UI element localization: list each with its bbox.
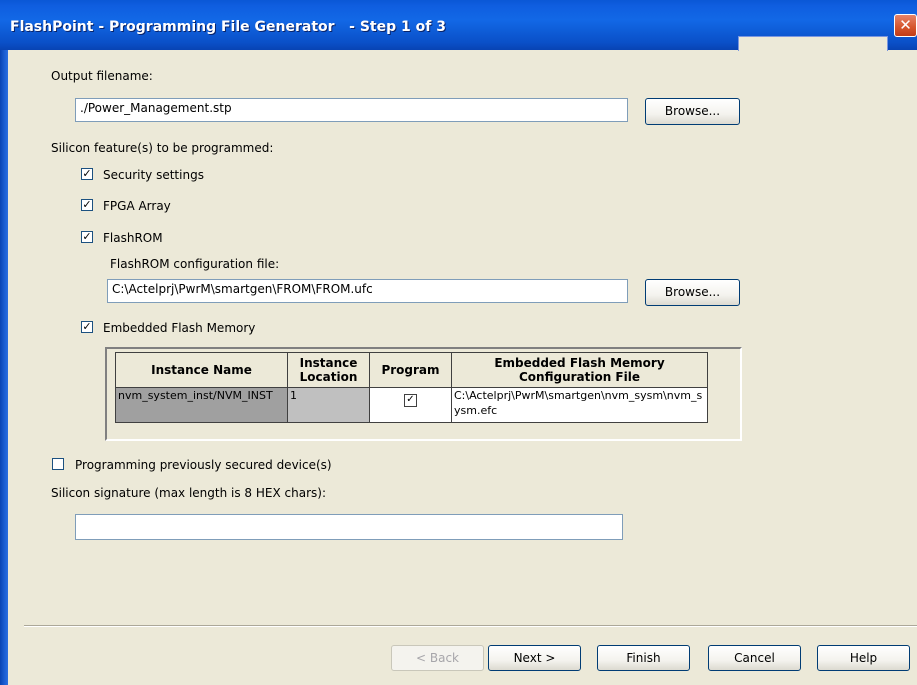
help-button[interactable]: Help (817, 645, 910, 671)
close-icon[interactable]: ✕ (894, 14, 917, 37)
efm-table: Instance Name Instance Location Program … (115, 352, 708, 423)
flashrom-label: FlashROM (103, 231, 163, 245)
footer-separator (24, 625, 917, 627)
column-header-program[interactable]: Program (369, 352, 452, 388)
previously-secured-label: Programming previously secured device(s) (75, 458, 332, 472)
checkmark-icon: ✓ (82, 198, 92, 211)
output-filename-input[interactable]: ./Power_Management.stp (75, 98, 628, 122)
flashrom-config-label: FlashROM configuration file: (110, 257, 280, 271)
checkmark-icon: ✓ (82, 320, 92, 333)
previously-secured-checkbox[interactable] (52, 458, 64, 470)
window-left-border (0, 50, 8, 685)
column-header-instance-location[interactable]: Instance Location (287, 352, 370, 388)
column-header-config-file[interactable]: Embedded Flash Memory Configuration File (451, 352, 708, 388)
efm-grid: Instance Name Instance Location Program … (105, 347, 742, 441)
output-browse-button[interactable]: Browse... (645, 98, 740, 125)
cell-program[interactable]: ✓ (369, 387, 452, 423)
silicon-signature-input[interactable] (75, 514, 623, 540)
finish-button[interactable]: Finish (597, 645, 690, 671)
silicon-signature-label: Silicon signature (max length is 8 HEX c… (51, 486, 326, 500)
embedded-flash-memory-label: Embedded Flash Memory (103, 321, 256, 335)
output-filename-label: Output filename: (51, 69, 153, 83)
flashrom-config-input[interactable]: C:\Actelprj\PwrM\smartgen\FROM\FROM.ufc (107, 279, 628, 303)
table-row[interactable]: nvm_system_inst/NVM_INST 1 ✓ C:\Actelprj… (115, 387, 708, 423)
fpga-array-label: FPGA Array (103, 199, 171, 213)
next-button[interactable]: Next > (488, 645, 581, 671)
cell-instance-location: 1 (287, 387, 370, 423)
silicon-features-label: Silicon feature(s) to be programmed: (51, 141, 274, 155)
column-header-instance-name[interactable]: Instance Name (115, 352, 288, 388)
cell-config-file[interactable]: C:\Actelprj\PwrM\smartgen\nvm_sysm\nvm_s… (451, 387, 708, 423)
programming-file-generator-dialog: FlashPoint - Programming File Generator … (0, 0, 917, 685)
flashrom-checkbox[interactable]: ✓ (81, 231, 93, 243)
cell-instance-name[interactable]: nvm_system_inst/NVM_INST (115, 387, 288, 423)
title-bar[interactable]: FlashPoint - Programming File Generator … (0, 0, 917, 51)
title-bar-tab (738, 36, 888, 51)
cancel-button[interactable]: Cancel (708, 645, 801, 671)
window-title: FlashPoint - Programming File Generator … (10, 19, 446, 35)
table-header-row: Instance Name Instance Location Program … (115, 352, 708, 388)
fpga-array-checkbox[interactable]: ✓ (81, 199, 93, 211)
program-checkbox[interactable]: ✓ (404, 394, 417, 407)
security-settings-label: Security settings (103, 168, 204, 182)
embedded-flash-memory-checkbox[interactable]: ✓ (81, 321, 93, 333)
checkmark-icon: ✓ (82, 167, 92, 180)
security-settings-checkbox[interactable]: ✓ (81, 168, 93, 180)
flashrom-browse-button[interactable]: Browse... (645, 279, 740, 306)
checkmark-icon: ✓ (82, 230, 92, 243)
checkmark-icon: ✓ (406, 394, 415, 405)
back-button[interactable]: < Back (391, 645, 484, 671)
